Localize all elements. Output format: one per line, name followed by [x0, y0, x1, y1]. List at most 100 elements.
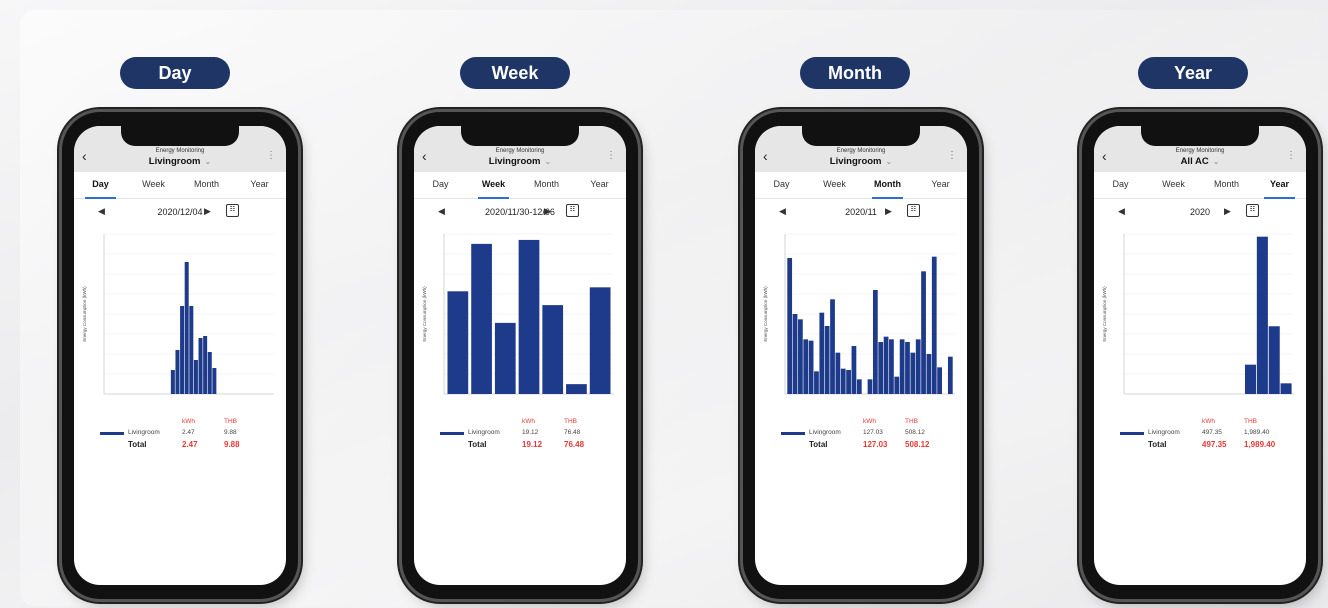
tab-week[interactable]: Week	[1147, 174, 1200, 198]
room-selector[interactable]: All AC ⌄	[1094, 156, 1306, 167]
tab-month[interactable]: Month	[1200, 174, 1253, 198]
row-thb: 76.48	[564, 429, 581, 436]
legend-swatch	[781, 432, 805, 435]
bar	[931, 256, 937, 394]
total-thb: 508.12	[905, 440, 930, 449]
total-label: Total	[809, 440, 828, 449]
room-name: Livingroom	[148, 156, 201, 167]
tab-year[interactable]: Year	[1253, 174, 1306, 199]
tab-month[interactable]: Month	[520, 174, 573, 198]
calendar-icon[interactable]: ☷	[907, 204, 920, 217]
phone-mockup: ‹ ⋮ Energy Monitoring All AC ⌄ Day Week Month Ye…	[1082, 112, 1318, 599]
period-tabs: Day Week Month Year	[414, 174, 626, 199]
next-arrow-icon[interactable]: ▶	[544, 206, 551, 217]
row-kwh: 2.47	[182, 429, 195, 436]
date-label: 2020	[1189, 207, 1211, 217]
legend-name: Livingroom	[128, 429, 160, 436]
bar	[175, 350, 180, 394]
tab-day[interactable]: Day	[1094, 174, 1147, 198]
bar	[198, 338, 203, 394]
total-label: Total	[468, 440, 487, 449]
kwh-header: kWh	[182, 418, 195, 425]
date-navigator: ◀ 2020/12/04 ▶ ☷	[74, 202, 286, 224]
tab-week[interactable]: Week	[467, 174, 520, 199]
period-heading: Year	[1138, 57, 1248, 89]
bar	[899, 339, 905, 394]
bar	[207, 352, 212, 394]
calendar-icon[interactable]: ☷	[566, 204, 579, 217]
bar	[792, 314, 798, 394]
phone-mockup: ‹ ⋮ Energy Monitoring Livingroom ⌄ Day Week Mon…	[743, 112, 979, 599]
bar	[824, 326, 830, 394]
bar	[212, 368, 217, 394]
date-label: 2020/11/30-12/06	[485, 207, 555, 217]
y-axis-label: Energy Consumption (kWh)	[82, 286, 87, 342]
next-arrow-icon[interactable]: ▶	[885, 206, 892, 217]
thb-header: THB	[1244, 418, 1257, 425]
tab-day[interactable]: Day	[414, 174, 467, 198]
bar	[830, 299, 835, 394]
room-selector[interactable]: Livingroom ⌄	[74, 156, 286, 167]
period-heading: Day	[120, 57, 230, 89]
tab-year[interactable]: Year	[573, 174, 626, 198]
y-axis-label: Energy Consumption (kWh)	[1102, 286, 1107, 342]
calendar-icon[interactable]: ☷	[1246, 204, 1259, 217]
thb-header: THB	[905, 418, 918, 425]
room-name: Livingroom	[488, 156, 541, 167]
bar	[184, 262, 189, 394]
bar	[947, 356, 953, 394]
total-thb: 1,989.40	[1244, 440, 1276, 449]
calendar-icon[interactable]: ☷	[226, 204, 239, 217]
tab-day[interactable]: Day	[74, 174, 127, 199]
next-arrow-icon[interactable]: ▶	[204, 206, 211, 217]
legend-swatch	[1120, 432, 1144, 435]
bar	[180, 306, 185, 394]
tab-week[interactable]: Week	[127, 174, 180, 198]
tab-year[interactable]: Year	[914, 174, 967, 198]
kwh-header: kWh	[1202, 418, 1215, 425]
bar	[835, 352, 841, 394]
chevron-down-icon: ⌄	[204, 157, 212, 166]
bar	[566, 384, 587, 394]
row-thb: 1,989.40	[1244, 429, 1270, 436]
next-arrow-icon[interactable]: ▶	[1224, 206, 1231, 217]
tab-day[interactable]: Day	[755, 174, 808, 198]
tab-month[interactable]: Month	[180, 174, 233, 198]
phone-notch	[1141, 126, 1259, 146]
tab-month[interactable]: Month	[861, 174, 914, 199]
phone-screen: ‹ ⋮ Energy Monitoring All AC ⌄ Day Week Month Ye…	[1094, 126, 1306, 585]
chevron-down-icon: ⌄	[1212, 157, 1220, 166]
bar	[840, 368, 846, 394]
period-heading: Month	[800, 57, 910, 89]
bar	[921, 271, 926, 394]
phone-notch	[121, 126, 239, 146]
bar	[189, 306, 194, 394]
legend-name: Livingroom	[468, 429, 500, 436]
bar	[867, 379, 873, 394]
bar	[1256, 236, 1268, 394]
bar	[447, 291, 469, 394]
app-title: Energy Monitoring	[1175, 148, 1225, 154]
bar	[937, 367, 942, 394]
period-heading: Week	[460, 57, 570, 89]
thb-header: THB	[564, 418, 577, 425]
phone-mockup: ‹ ⋮ Energy Monitoring Livingroom ⌄ Day Week Mon…	[62, 112, 298, 599]
bar	[856, 379, 862, 394]
row-thb: 508.12	[905, 429, 925, 436]
y-axis-label: Energy Consumption (kWh)	[763, 286, 768, 342]
legend-name: Livingroom	[809, 429, 841, 436]
tab-week[interactable]: Week	[808, 174, 861, 198]
tab-year[interactable]: Year	[233, 174, 286, 198]
total-label: Total	[128, 440, 147, 449]
kwh-header: kWh	[863, 418, 876, 425]
phone-notch	[802, 126, 920, 146]
date-label: 2020/11	[845, 207, 877, 217]
bar	[814, 371, 819, 394]
period-tabs: Day Week Month Year	[1094, 174, 1306, 199]
room-selector[interactable]: Livingroom ⌄	[414, 156, 626, 167]
total-kwh: 497.35	[1202, 440, 1227, 449]
phone-screen: ‹ ⋮ Energy Monitoring Livingroom ⌄ Day Week Mon…	[755, 126, 967, 585]
room-selector[interactable]: Livingroom ⌄	[755, 156, 967, 167]
bar	[803, 339, 809, 394]
bar	[494, 322, 516, 394]
